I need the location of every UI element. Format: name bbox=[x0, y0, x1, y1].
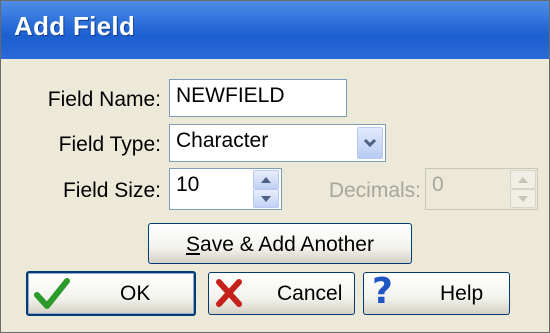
decimals-spin-down bbox=[510, 189, 536, 208]
decimals-spin-up bbox=[510, 170, 536, 189]
field-size-value: 10 bbox=[176, 173, 200, 196]
spin-up-icon bbox=[518, 177, 528, 183]
field-size-spin-down[interactable] bbox=[253, 189, 279, 208]
spin-up-icon bbox=[261, 177, 271, 183]
field-type-dropdown-button[interactable] bbox=[357, 127, 383, 159]
check-icon bbox=[34, 278, 70, 309]
field-size-label: Field Size: bbox=[62, 179, 161, 202]
decimals-value: 0 bbox=[432, 173, 444, 196]
ok-label: OK bbox=[120, 282, 151, 305]
help-label: Help bbox=[440, 282, 484, 305]
dialog-title: Add Field bbox=[14, 11, 136, 41]
save-add-another-label: Save & Add Another bbox=[186, 233, 374, 256]
field-type-select[interactable]: Character bbox=[169, 124, 386, 162]
field-size-spin-up[interactable] bbox=[253, 170, 279, 189]
ok-button[interactable]: OK bbox=[26, 271, 196, 316]
field-type-value: Character bbox=[176, 129, 269, 152]
spin-down-icon bbox=[518, 196, 528, 202]
question-icon: ? bbox=[372, 271, 393, 312]
chevron-down-icon bbox=[363, 138, 377, 148]
decimals-label: Decimals: bbox=[328, 179, 421, 202]
x-icon bbox=[216, 279, 242, 307]
help-button[interactable]: ? Help bbox=[363, 271, 510, 315]
field-name-input[interactable]: NEWFIELD bbox=[169, 79, 347, 117]
cancel-button[interactable]: Cancel bbox=[208, 272, 355, 315]
save-add-another-button[interactable]: Save & Add Another bbox=[148, 223, 412, 264]
add-field-dialog: Add Field Field Name: NEWFIELD Field Typ… bbox=[0, 0, 550, 333]
field-type-label: Field Type: bbox=[58, 133, 161, 156]
spin-down-icon bbox=[261, 196, 271, 202]
cancel-label: Cancel bbox=[277, 282, 343, 305]
field-name-value: NEWFIELD bbox=[176, 84, 285, 107]
field-name-label: Field Name: bbox=[47, 88, 161, 111]
title-bar[interactable]: Add Field bbox=[1, 1, 549, 59]
